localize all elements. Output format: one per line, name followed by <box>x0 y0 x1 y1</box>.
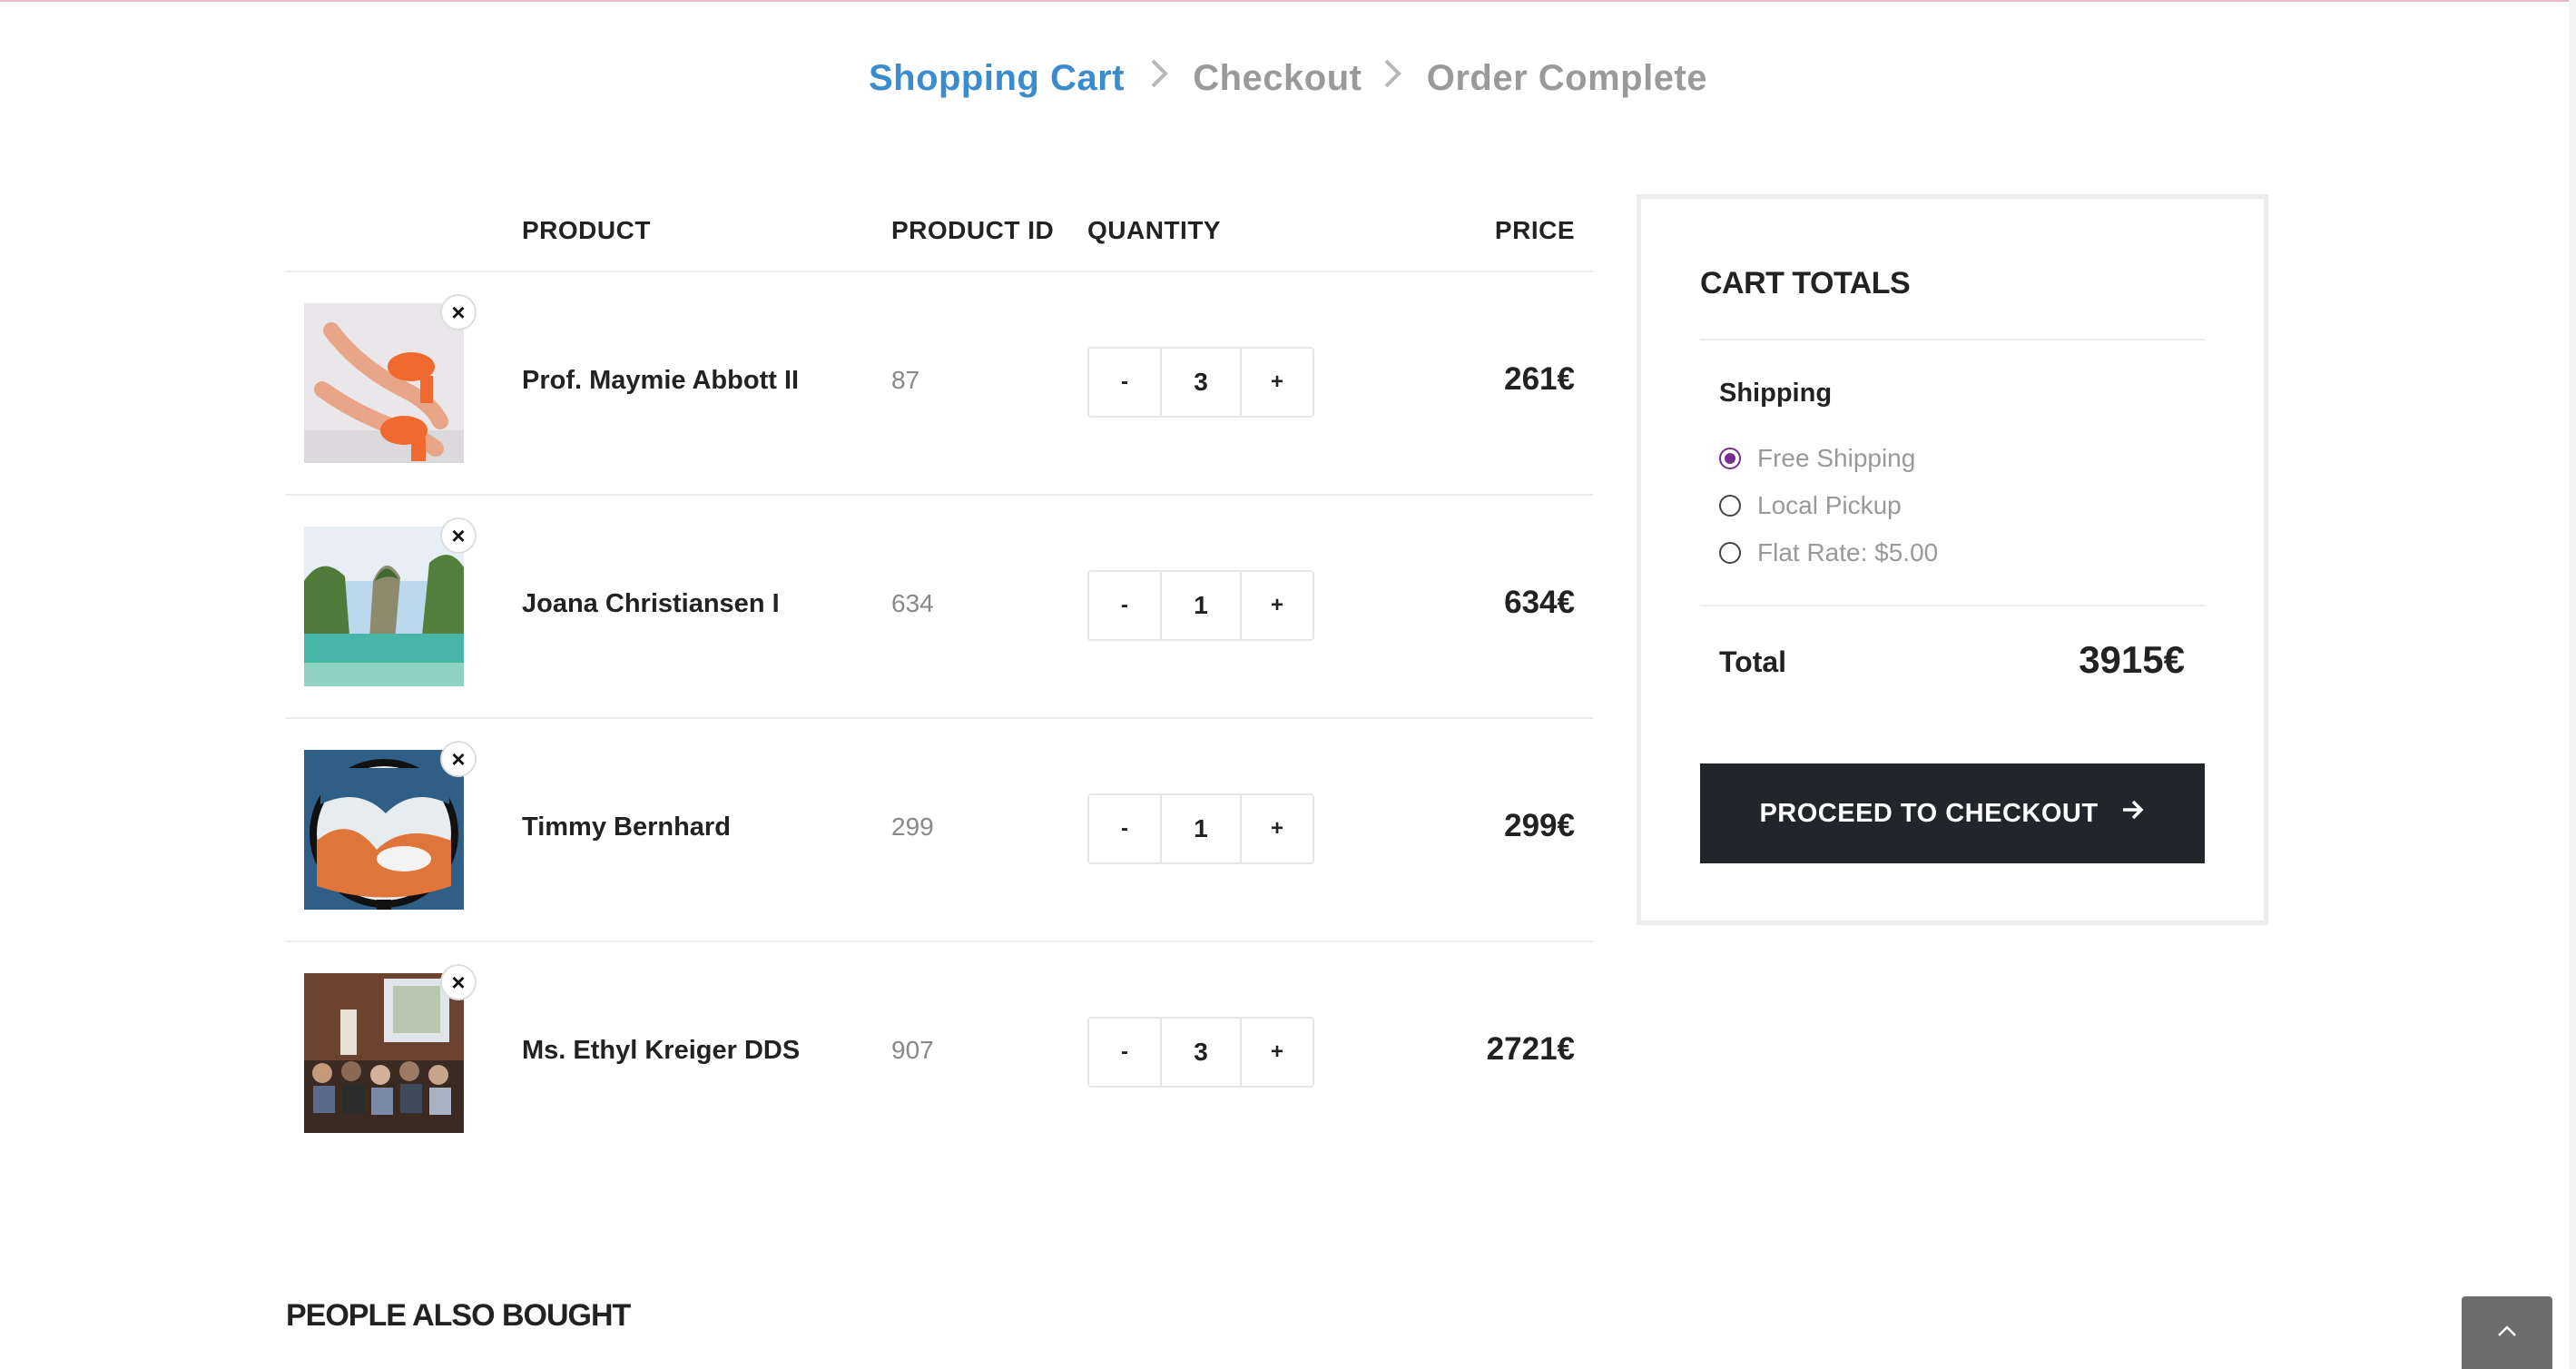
decrease-quantity-button[interactable]: - <box>1089 795 1160 862</box>
product-id: 299 <box>891 813 934 841</box>
shipping-option-label: Free Shipping <box>1757 444 1916 472</box>
step-order-complete[interactable]: Order Complete <box>1427 58 1707 99</box>
quantity-stepper: - 1 + <box>1087 570 1314 641</box>
proceed-to-checkout-button[interactable]: PROCEED TO CHECKOUT <box>1700 763 2205 863</box>
decrease-quantity-button[interactable]: - <box>1089 349 1160 416</box>
product-price: 261€ <box>1504 361 1575 397</box>
quantity-stepper: - 3 + <box>1087 1017 1314 1088</box>
scrollbar-track[interactable] <box>2569 0 2576 1369</box>
remove-item-button[interactable]: × <box>440 741 477 777</box>
product-image-sandals[interactable] <box>304 303 464 463</box>
product-id: 634 <box>891 589 934 617</box>
quantity-input[interactable]: 3 <box>1160 349 1242 416</box>
remove-item-button[interactable]: × <box>440 964 477 1000</box>
quantity-stepper: - 3 + <box>1087 347 1314 418</box>
remove-item-button[interactable]: × <box>440 294 477 330</box>
product-id: 907 <box>891 1036 934 1064</box>
product-name[interactable]: Joana Christiansen I <box>522 589 780 619</box>
shipping-label: Shipping <box>1719 379 1833 408</box>
product-price: 2721€ <box>1486 1031 1575 1067</box>
shipping-option-label: Local Pickup <box>1757 491 1902 519</box>
increase-quantity-button[interactable]: + <box>1242 349 1313 416</box>
scroll-to-top-button[interactable] <box>2462 1296 2552 1369</box>
top-accent-line <box>0 0 2576 2</box>
step-checkout[interactable]: Checkout <box>1193 58 1362 99</box>
quantity-stepper: - 1 + <box>1087 793 1314 864</box>
arrow-right-icon <box>2120 797 2146 830</box>
product-image-conference[interactable] <box>304 973 464 1133</box>
table-header: PRODUCT PRODUCT ID QUANTITY PRICE <box>286 200 1593 272</box>
increase-quantity-button[interactable]: + <box>1242 1019 1313 1086</box>
chevron-right-icon <box>1148 57 1170 99</box>
decrease-quantity-button[interactable]: - <box>1089 1019 1160 1086</box>
radio-button[interactable] <box>1719 542 1741 564</box>
total-value: 3915€ <box>2079 638 2185 681</box>
header-quantity: QUANTITY <box>1087 216 1222 244</box>
step-shopping-cart[interactable]: Shopping Cart <box>869 58 1125 99</box>
product-name[interactable]: Prof. Maymie Abbott II <box>522 366 799 396</box>
chevron-up-icon <box>2497 1325 2517 1342</box>
product-name[interactable]: Timmy Bernhard <box>522 813 731 842</box>
product-image-sand-art[interactable] <box>304 750 464 910</box>
header-price: PRICE <box>1494 216 1575 244</box>
divider <box>1700 605 2205 606</box>
chevron-right-icon <box>1381 57 1403 99</box>
product-price: 634€ <box>1504 585 1575 620</box>
cart-totals-panel: CART TOTALS Shipping Free Shipping Local… <box>1637 194 2268 925</box>
radio-button[interactable] <box>1719 448 1741 469</box>
increase-quantity-button[interactable]: + <box>1242 572 1313 639</box>
quantity-input[interactable]: 1 <box>1160 572 1242 639</box>
shipping-option-local-pickup[interactable]: Local Pickup <box>1719 488 1902 524</box>
header-product: PRODUCT <box>522 216 651 244</box>
remove-item-button[interactable]: × <box>440 517 477 554</box>
product-name[interactable]: Ms. Ethyl Kreiger DDS <box>522 1036 800 1066</box>
people-also-bought-heading: PEOPLE ALSO BOUGHT <box>286 1298 631 1333</box>
header-product-id: PRODUCT ID <box>891 216 1055 244</box>
quantity-input[interactable]: 1 <box>1160 795 1242 862</box>
quantity-input[interactable]: 3 <box>1160 1019 1242 1086</box>
table-row: × Prof. Maymie Abbott II 87 - 3 + 261€ <box>286 272 1593 496</box>
total-label: Total <box>1719 645 1787 678</box>
decrease-quantity-button[interactable]: - <box>1089 572 1160 639</box>
shipping-option-free[interactable]: Free Shipping <box>1719 440 1915 477</box>
cart-totals-title: CART TOTALS <box>1700 266 1911 300</box>
increase-quantity-button[interactable]: + <box>1242 795 1313 862</box>
table-row: × Joana Christiansen I 634 - 1 + 634€ <box>286 496 1593 719</box>
product-image-island[interactable] <box>304 527 464 686</box>
table-row: × Timmy Bernhard 299 - 1 + 299€ <box>286 719 1593 942</box>
shipping-option-label: Flat Rate: $5.00 <box>1757 538 1939 566</box>
radio-button[interactable] <box>1719 495 1741 517</box>
cart-table: PRODUCT PRODUCT ID QUANTITY PRICE × Prof… <box>286 200 1593 1164</box>
checkout-button-label: PROCEED TO CHECKOUT <box>1759 798 2099 828</box>
table-row: × Ms. Ethyl Kreiger DDS 907 - 3 + 2721€ <box>286 942 1593 1164</box>
product-price: 299€ <box>1504 808 1575 843</box>
product-id: 87 <box>891 366 920 394</box>
checkout-steps: Shopping Cart Checkout Order Complete <box>0 56 2576 99</box>
divider <box>1700 339 2205 340</box>
shipping-option-flat-rate[interactable]: Flat Rate: $5.00 <box>1719 535 1938 571</box>
